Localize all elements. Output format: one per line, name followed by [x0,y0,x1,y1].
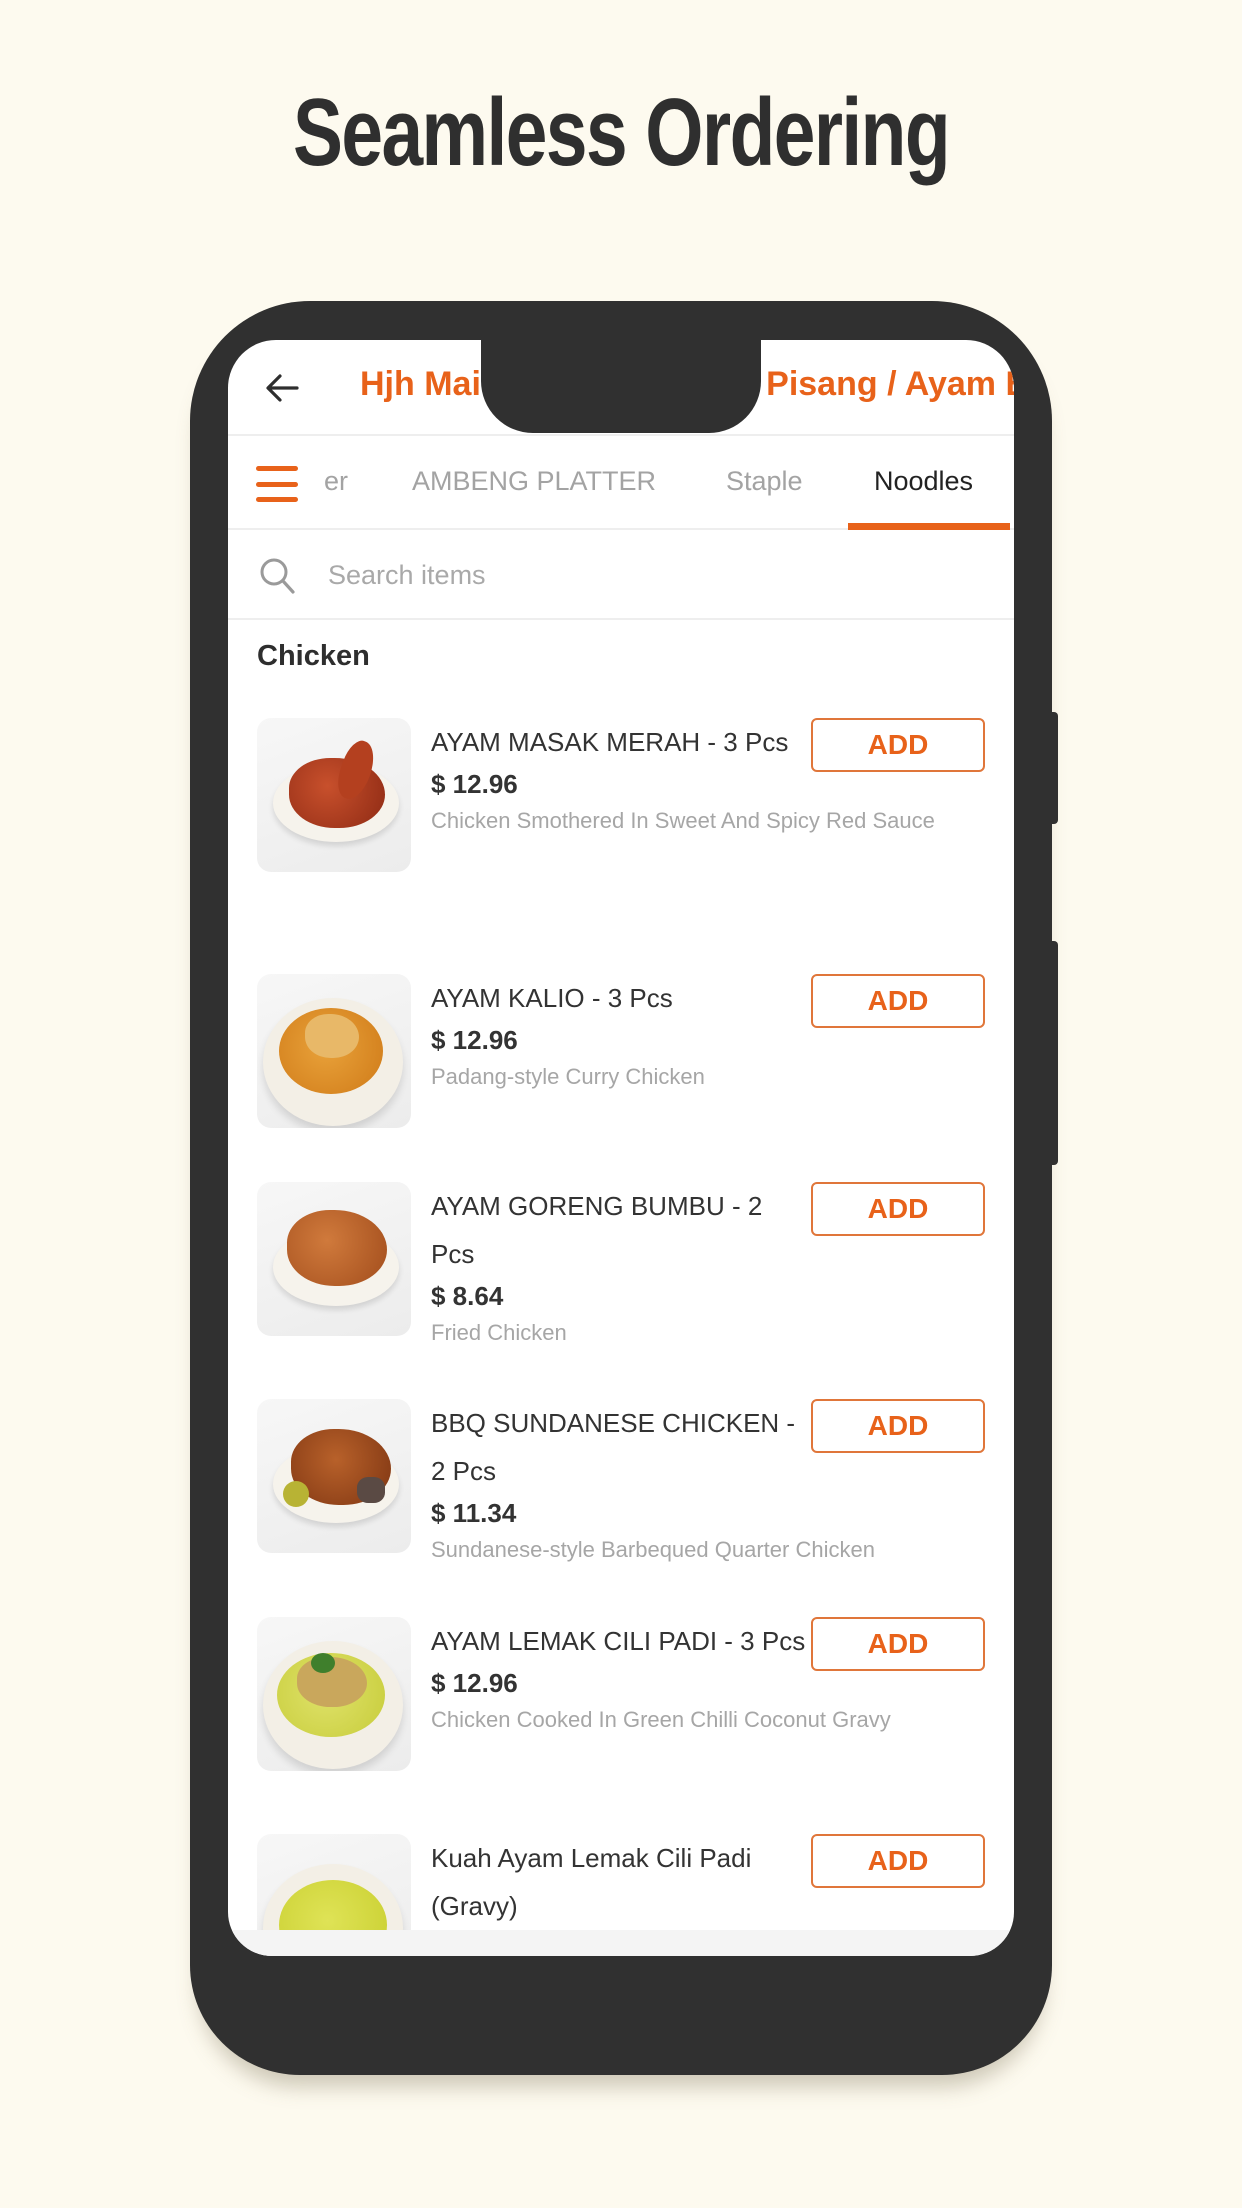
item-image [257,1617,411,1771]
app-screen: Hjh Maimunah Mini – Jln Pisang / Ayam Be… [228,340,1014,1956]
add-button[interactable]: ADD [811,1617,985,1671]
bottom-bar [228,1930,1014,1956]
category-tabs: er AMBENG PLATTER Staple Noodles [228,438,1014,530]
item-description: Chicken Smothered In Sweet And Spicy Red… [431,808,935,833]
search-icon [260,558,295,594]
item-description: Sundanese-style Barbequed Quarter Chicke… [431,1537,875,1562]
item-description: Chicken Cooked In Green Chilli Coconut G… [431,1707,891,1732]
item-price: $ 12.96 [431,1668,518,1698]
item-info: AYAM MASAK MERAH - 3 Pcs $ 12.96 Chicken… [431,718,935,840]
add-button[interactable]: ADD [811,1399,985,1453]
arrow-left-icon [266,374,299,402]
item-info: Kuah Ayam Lemak Cili Padi (Gravy) [431,1834,811,1930]
back-button[interactable] [262,368,302,408]
item-name: BBQ SUNDANESE CHICKEN - 2 Pcs [431,1408,796,1486]
item-price: $ 12.96 [431,1025,518,1055]
item-image [257,1399,411,1553]
add-button[interactable]: ADD [811,1834,985,1888]
hamburger-menu-icon-line [256,497,298,502]
search-input[interactable] [328,550,968,600]
add-button[interactable]: ADD [811,1182,985,1236]
promo-headline: Seamless Ordering [292,79,951,186]
item-image [257,718,411,872]
item-info: BBQ SUNDANESE CHICKEN - 2 Pcs $ 11.34 Su… [431,1399,875,1569]
tab-ambeng-platter[interactable]: AMBENG PLATTER [412,466,656,497]
item-name: AYAM KALIO - 3 Pcs [431,983,673,1013]
item-name: AYAM GORENG BUMBU - 2 Pcs [431,1191,763,1269]
item-price: $ 11.34 [431,1498,517,1528]
item-image [257,1182,411,1336]
tab-noodles[interactable]: Noodles [874,466,973,497]
item-name: AYAM LEMAK CILI PADI - 3 Pcs [431,1626,806,1656]
tab-staple[interactable]: Staple [726,466,803,497]
item-description: Fried Chicken [431,1320,567,1345]
item-info: AYAM LEMAK CILI PADI - 3 Pcs $ 12.96 Chi… [431,1617,891,1739]
phone-side-button-volume [1050,941,1058,1165]
item-name: Kuah Ayam Lemak Cili Padi (Gravy) [431,1843,752,1921]
hamburger-menu-icon-line [256,466,298,471]
item-name: AYAM MASAK MERAH - 3 Pcs [431,727,789,757]
search-bar [228,532,1014,620]
item-info: AYAM GORENG BUMBU - 2 Pcs $ 8.64 Fried C… [431,1182,811,1352]
section-title: Chicken [257,640,370,672]
phone-side-button-power [1050,712,1058,824]
active-tab-indicator [848,523,1010,530]
add-button[interactable]: ADD [811,974,985,1028]
item-price: $ 8.64 [431,1281,504,1311]
item-description: Padang-style Curry Chicken [431,1064,705,1089]
phone-notch [481,340,761,433]
item-price: $ 12.96 [431,769,518,799]
hamburger-menu-icon-line [256,481,298,487]
item-info: AYAM KALIO - 3 Pcs $ 12.96 Padang-style … [431,974,811,1096]
add-button[interactable]: ADD [811,718,985,772]
item-image [257,974,411,1128]
category-menu-button[interactable] [256,466,298,502]
phone-frame: Hjh Maimunah Mini – Jln Pisang / Ayam Be… [190,301,1058,2075]
tab-partial[interactable]: er [324,466,348,497]
